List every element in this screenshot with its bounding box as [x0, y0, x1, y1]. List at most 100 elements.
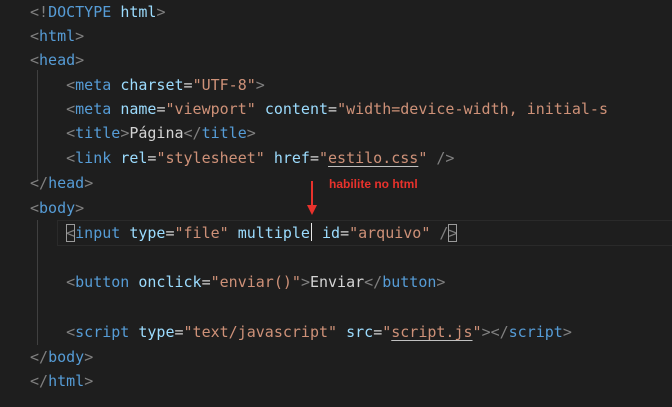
code-line[interactable]: <!DOCTYPE html> [30, 0, 165, 24]
code-token: link [75, 149, 112, 167]
code-token: > [84, 348, 94, 366]
code-token: > [246, 124, 256, 142]
code-line[interactable]: <meta name="viewport" content="width=dev… [30, 97, 608, 121]
code-token: "file" [174, 224, 229, 242]
code-token: > [156, 3, 166, 21]
code-line[interactable]: <script type="text/javascript" src="scri… [30, 320, 572, 344]
code-token: < [30, 27, 40, 45]
code-line[interactable]: <html> [30, 24, 84, 48]
code-token: < [66, 224, 76, 242]
code-token: > [562, 323, 572, 341]
code-token: head [48, 174, 85, 192]
code-token: < [66, 76, 76, 94]
code-token: > [84, 174, 94, 192]
code-token: = [340, 224, 350, 242]
code-token: html [48, 372, 85, 390]
code-token: script [75, 323, 130, 341]
code-token: "text/javascript" [183, 323, 338, 341]
code-token: = [328, 100, 338, 118]
code-line[interactable]: </head> [30, 171, 93, 195]
code-token: type [138, 323, 175, 341]
code-token: = [309, 149, 319, 167]
code-token: script.js [391, 323, 473, 341]
code-token: < [66, 149, 76, 167]
code-token: body [48, 348, 85, 366]
code-token: button [75, 273, 130, 291]
code-token: body [39, 199, 76, 217]
code-token: > [481, 323, 491, 341]
code-token: button [382, 273, 437, 291]
code-token: multiple [237, 224, 310, 242]
code-line[interactable]: <title>Página</title> [30, 121, 256, 145]
code-line[interactable]: <body> [30, 196, 84, 220]
code-token: = [373, 323, 383, 341]
code-token: rel [120, 149, 148, 167]
code-line[interactable]: <input type="file" multiple id="arquivo"… [30, 221, 458, 245]
code-token: > [75, 199, 85, 217]
code-token: = [174, 323, 184, 341]
code-token: name [120, 100, 157, 118]
code-token: content [264, 100, 329, 118]
code-token: title [75, 124, 121, 142]
code-token: < [66, 124, 76, 142]
code-token: Página [129, 124, 184, 142]
code-token: " [472, 323, 482, 341]
text-cursor [310, 223, 312, 241]
code-token: head [39, 51, 76, 69]
code-token: type [129, 224, 166, 242]
code-line[interactable]: <button onclick="enviar()">Enviar</butto… [30, 270, 445, 294]
code-token: > [448, 224, 458, 242]
code-token: title [201, 124, 247, 142]
code-token: html [120, 3, 157, 21]
code-token: < [30, 51, 40, 69]
code-token: html [39, 27, 76, 45]
code-token: > [75, 27, 85, 45]
code-token: src [346, 323, 374, 341]
code-line[interactable]: <head> [30, 48, 84, 72]
code-token: estilo.css [328, 149, 419, 167]
code-token: "arquivo" [349, 224, 431, 242]
code-token: > [120, 124, 130, 142]
code-token: "viewport" [165, 100, 256, 118]
code-token: input [75, 224, 121, 242]
code-token: <! [30, 3, 49, 21]
code-token: </ [30, 372, 49, 390]
code-line[interactable]: <meta charset="UTF-8"> [30, 73, 265, 97]
code-line[interactable]: </html> [30, 369, 93, 393]
code-token: < [66, 323, 76, 341]
code-editor[interactable]: <!DOCTYPE html> <html> <head> <meta charse… [0, 0, 672, 407]
code-line[interactable]: </body> [30, 345, 93, 369]
code-token: </ [183, 124, 202, 142]
code-token: href [273, 149, 310, 167]
code-token: onclick [138, 273, 202, 291]
code-token: </ [490, 323, 509, 341]
code-token: </ [30, 348, 49, 366]
code-token: "enviar()" [210, 273, 301, 291]
code-line[interactable]: <link rel="stylesheet" href="estilo.css"… [30, 146, 454, 170]
code-token: DOCTYPE [48, 3, 112, 21]
code-token: "stylesheet" [156, 149, 265, 167]
code-token: script [508, 323, 563, 341]
code-token: /> [436, 149, 455, 167]
code-token: id [322, 224, 341, 242]
code-token: </ [364, 273, 383, 291]
code-token: " [319, 149, 329, 167]
code-token: > [300, 273, 310, 291]
code-token: meta [75, 100, 112, 118]
